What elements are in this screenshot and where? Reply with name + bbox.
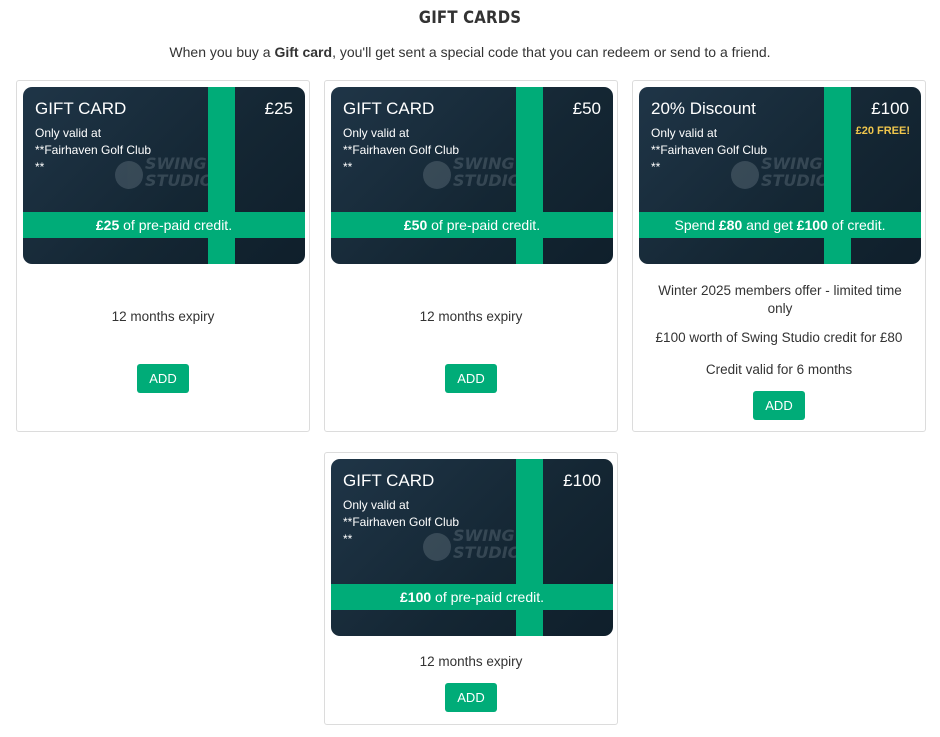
ribbon-credit-label: Spend £80 and get £100 of credit.: [639, 212, 921, 238]
expiry-text: 12 months expiry: [111, 309, 215, 324]
validity-text: Credit valid for 6 months: [705, 362, 853, 377]
gift-card-validity: Only valid at **Fairhaven Golf Club **: [343, 126, 460, 174]
gift-card-panel-50: SWING STUDIO £50 of pre-paid credit. GIFT…: [324, 80, 618, 432]
gift-card-image: SWING STUDIO £25 of pre-paid credit. GIFT…: [23, 87, 305, 264]
gift-card-image: SWING STUDIO £50 of pre-paid credit. GIFT…: [331, 87, 613, 264]
ribbon-credit-label: £100 of pre-paid credit.: [331, 584, 613, 610]
add-button[interactable]: ADD: [445, 683, 497, 712]
intro-text: When you buy a Gift card, you'll get sen…: [169, 44, 771, 60]
ribbon-credit-label: £50 of pre-paid credit.: [331, 212, 613, 238]
add-button[interactable]: ADD: [445, 364, 497, 393]
expiry-text: 12 months expiry: [419, 654, 523, 669]
offer-text: Winter 2025 members offer - limited time…: [658, 283, 902, 316]
gift-card-validity: Only valid at **Fairhaven Golf Club **: [343, 498, 460, 546]
gift-card-validity: Only valid at **Fairhaven Golf Club **: [35, 126, 152, 174]
add-button[interactable]: ADD: [753, 391, 805, 420]
gift-card-image: SWING STUDIO £100 of pre-paid credit. GIF…: [331, 459, 613, 636]
gift-card-image: SWING STUDIO Spend £80 and get £100 of cr…: [639, 87, 921, 264]
gift-card-title: GIFT CARD: [35, 99, 127, 118]
add-button[interactable]: ADD: [137, 364, 189, 393]
gift-card-panel-discount: SWING STUDIO Spend £80 and get £100 of cr…: [632, 80, 926, 432]
expiry-text: 12 months expiry: [419, 309, 523, 324]
gift-card-panel-25: SWING STUDIO £25 of pre-paid credit. GIFT…: [16, 80, 310, 432]
ribbon-credit-label: £25 of pre-paid credit.: [23, 212, 305, 238]
gift-card-panel-100: SWING STUDIO £100 of pre-paid credit. GIF…: [324, 452, 618, 725]
page-title: GIFT CARDS: [418, 8, 522, 28]
gift-card-amount: £100: [563, 471, 601, 490]
gift-card-title: GIFT CARD: [343, 99, 435, 118]
gift-card-validity: Only valid at **Fairhaven Golf Club **: [651, 126, 768, 174]
offer-detail-text: £100 worth of Swing Studio credit for £8…: [655, 330, 903, 345]
free-badge: £20 FREE!: [855, 125, 910, 137]
gift-card-amount: £100: [871, 99, 909, 118]
gift-card-title: 20% Discount: [651, 99, 756, 118]
gift-card-title: GIFT CARD: [343, 471, 435, 490]
gift-card-amount: £25: [264, 99, 293, 118]
gift-card-amount: £50: [572, 99, 601, 118]
